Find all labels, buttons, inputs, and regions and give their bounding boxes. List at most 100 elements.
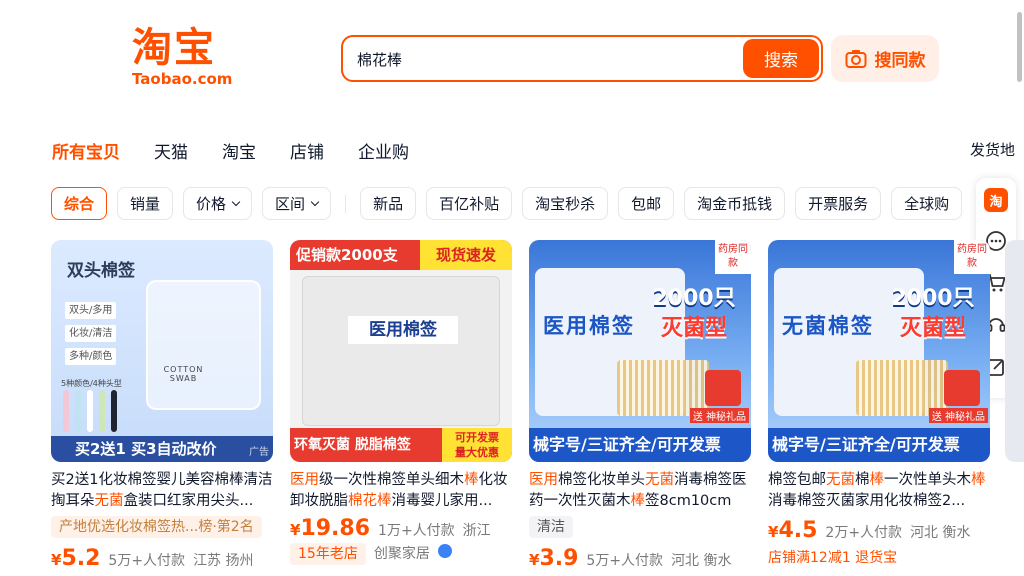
divider: [345, 194, 347, 213]
product-card[interactable]: 促销款2000支 现货速发 医用棉签 环氧灭菌 脱脂棉签 可开发票 量大优惠 医…: [290, 240, 512, 573]
image-feature-pill: 双头/多用: [65, 302, 117, 319]
gift-icon: [705, 370, 741, 406]
search-input[interactable]: 棉花棒: [357, 49, 402, 70]
image-headline: 2000只 灭菌型: [652, 286, 736, 341]
filter-subsidy[interactable]: 百亿补贴: [426, 187, 513, 220]
result-tabs: 所有宝贝 天猫 淘宝 店铺 企业购: [52, 138, 409, 163]
sales-count: 5万+人付款: [108, 553, 186, 569]
taobao-logo[interactable]: 淘宝 Taobao.com: [132, 26, 244, 88]
image-bottom-badge: 可开发票 量大优惠: [442, 428, 512, 462]
filter-coins[interactable]: 淘金币抵钱: [684, 187, 786, 220]
price-row: ¥19.86 1万+人付款 浙江: [290, 516, 512, 541]
gift-label: 送 神秘礼品: [689, 408, 749, 423]
filter-bar: 综合 销量 价格 区间 新品 百亿补贴 淘宝秒杀 包邮 淘金币抵钱 开票服务 全…: [51, 187, 963, 220]
image-search-label: 搜同款: [874, 51, 926, 71]
sales-count: 5万+人付款: [586, 553, 664, 569]
ad-label: 广告: [249, 447, 269, 458]
filter-new[interactable]: 新品: [360, 187, 417, 220]
tab-shops[interactable]: 店铺: [290, 138, 324, 163]
filter-range-label: 区间: [275, 195, 306, 213]
price-row: ¥4.5 2万+人付款 河北 衡水: [768, 518, 990, 543]
price: ¥4.5: [768, 518, 818, 543]
product-title[interactable]: 医用棉签化妆单头无菌消毒棉签医药一次性灭菌木棒签8cm10cm: [529, 470, 751, 512]
swab-illustration: [63, 390, 117, 432]
tab-enterprise[interactable]: 企业购: [358, 138, 409, 163]
taobao-app-icon[interactable]: 淘: [984, 188, 1008, 212]
product-image[interactable]: 医用棉签 2000只 灭菌型 药房同款 送 神秘礼品 械字号/三证齐全/可开发票: [529, 240, 751, 462]
product-tag[interactable]: 清洁: [529, 516, 573, 538]
product-grid: 双头棉签 双头/多用 化妆/清洁 多种/颜色 COTTON SWAB 5种颜色/…: [51, 240, 990, 573]
verified-icon: [437, 544, 452, 558]
product-card[interactable]: 医用棉签 2000只 灭菌型 药房同款 送 神秘礼品 械字号/三证齐全/可开发票…: [529, 240, 751, 573]
image-bottom-strip: 械字号/三证齐全/可开发票: [529, 428, 751, 462]
image-corner-badge: 药房同款: [715, 240, 751, 274]
search-box[interactable]: 棉花棒 搜索: [341, 35, 823, 82]
shop-name[interactable]: 创聚家居: [374, 543, 430, 563]
sales-count: 2万+人付款: [825, 525, 903, 541]
shop-row: 15年老店 创聚家居: [290, 543, 512, 565]
ship-location: 河北 衡水: [671, 553, 732, 569]
product-card[interactable]: 无菌棉签 2000只 灭菌型 药房同款 送 神秘礼品 械字号/三证齐全/可开发票…: [768, 240, 990, 573]
tab-tmall[interactable]: 天猫: [154, 138, 188, 163]
scrollbar[interactable]: [1017, 12, 1022, 82]
filter-invoice[interactable]: 开票服务: [795, 187, 882, 220]
sales-count: 1万+人付款: [378, 523, 455, 539]
gift-label: 送 神秘礼品: [928, 408, 988, 423]
chevron-down-icon: [310, 197, 320, 206]
swab-bag-illustration: [302, 276, 500, 426]
filter-flash-sale[interactable]: 淘宝秒杀: [522, 187, 609, 220]
image-promo-strip: 买2送1 买3自动改价: [51, 436, 273, 462]
search-button[interactable]: 搜索: [743, 39, 819, 78]
filter-price-label: 价格: [196, 195, 227, 213]
promo-tag[interactable]: 店铺满12减1 退货宝: [768, 547, 897, 569]
filter-range[interactable]: 区间: [262, 187, 332, 220]
image-bag-title: 医用棉签: [348, 316, 458, 344]
product-image[interactable]: 双头棉签 双头/多用 化妆/清洁 多种/颜色 COTTON SWAB 5种颜色/…: [51, 240, 273, 462]
camera-icon: [845, 49, 866, 68]
logo-chinese: 淘宝: [132, 25, 216, 71]
image-feature-pill: 多种/颜色: [65, 348, 117, 365]
ship-location: 河北 衡水: [910, 525, 971, 541]
filter-default[interactable]: 综合: [51, 187, 108, 220]
product-title[interactable]: 医用级一次性棉签单头细木棒化妆卸妆脱脂棉花棒消毒婴儿家用...: [290, 470, 512, 512]
price: ¥5.2: [51, 546, 101, 571]
taobao-search-page: 淘宝 Taobao.com 棉花棒 搜索 搜同款 所有宝贝 天猫 淘宝 店铺 企…: [0, 0, 1024, 576]
image-bag-title: 医用棉签: [543, 314, 635, 338]
ship-from-filter[interactable]: 发货地: [970, 139, 1015, 160]
image-bottom-strip: 械字号/三证齐全/可开发票: [768, 428, 990, 462]
image-corner-badge: 药房同款: [954, 240, 990, 274]
ship-location: 江苏 扬州: [193, 553, 254, 569]
tab-all[interactable]: 所有宝贝: [52, 138, 120, 163]
rank-tag[interactable]: 产地优选化妆棉签热...榜·第2名: [51, 516, 262, 538]
logo-english: Taobao.com: [132, 70, 233, 88]
tab-taobao[interactable]: 淘宝: [222, 138, 256, 163]
price-row: ¥3.9 5万+人付款 河北 衡水: [529, 546, 751, 571]
ship-location: 浙江: [462, 523, 491, 539]
price: ¥19.86: [290, 516, 371, 541]
product-title[interactable]: 棉签包邮无菌棉棒一次性单头木棒消毒棉签灭菌家用化妆棉签2...: [768, 470, 990, 512]
price: ¥3.9: [529, 546, 579, 571]
product-card[interactable]: 双头棉签 双头/多用 化妆/清洁 多种/颜色 COTTON SWAB 5种颜色/…: [51, 240, 273, 573]
filter-global[interactable]: 全球购: [891, 187, 963, 220]
image-banner-badge: 现货速发: [420, 240, 512, 270]
image-headline: 2000只 灭菌型: [891, 286, 975, 341]
product-image[interactable]: 促销款2000支 现货速发 医用棉签 环氧灭菌 脱脂棉签 可开发票 量大优惠: [290, 240, 512, 462]
price-row: ¥5.2 5万+人付款 江苏 扬州: [51, 546, 273, 571]
image-bag-title: 无菌棉签: [782, 314, 874, 338]
image-note: 5种颜色/4种头型: [61, 379, 122, 388]
shop-age-badge: 15年老店: [290, 543, 366, 565]
filter-sales[interactable]: 销量: [117, 187, 174, 220]
product-card-partial[interactable]: [1005, 240, 1024, 462]
image-box-label: COTTON SWAB: [163, 365, 204, 383]
filter-price[interactable]: 价格: [183, 187, 253, 220]
chevron-down-icon: [231, 197, 241, 206]
product-image[interactable]: [1005, 240, 1024, 462]
image-search-button[interactable]: 搜同款: [831, 35, 939, 82]
swab-box-illustration: [146, 280, 261, 410]
image-feature-pill: 化妆/清洁: [65, 325, 117, 342]
image-headline: 双头棉签: [67, 261, 135, 281]
filter-free-shipping[interactable]: 包邮: [618, 187, 675, 220]
gift-icon: [944, 370, 980, 406]
product-image[interactable]: 无菌棉签 2000只 灭菌型 药房同款 送 神秘礼品 械字号/三证齐全/可开发票: [768, 240, 990, 462]
product-title[interactable]: 买2送1化妆棉签婴儿美容棉棒清洁掏耳朵无菌盒装口红家用尖头...: [51, 470, 273, 512]
